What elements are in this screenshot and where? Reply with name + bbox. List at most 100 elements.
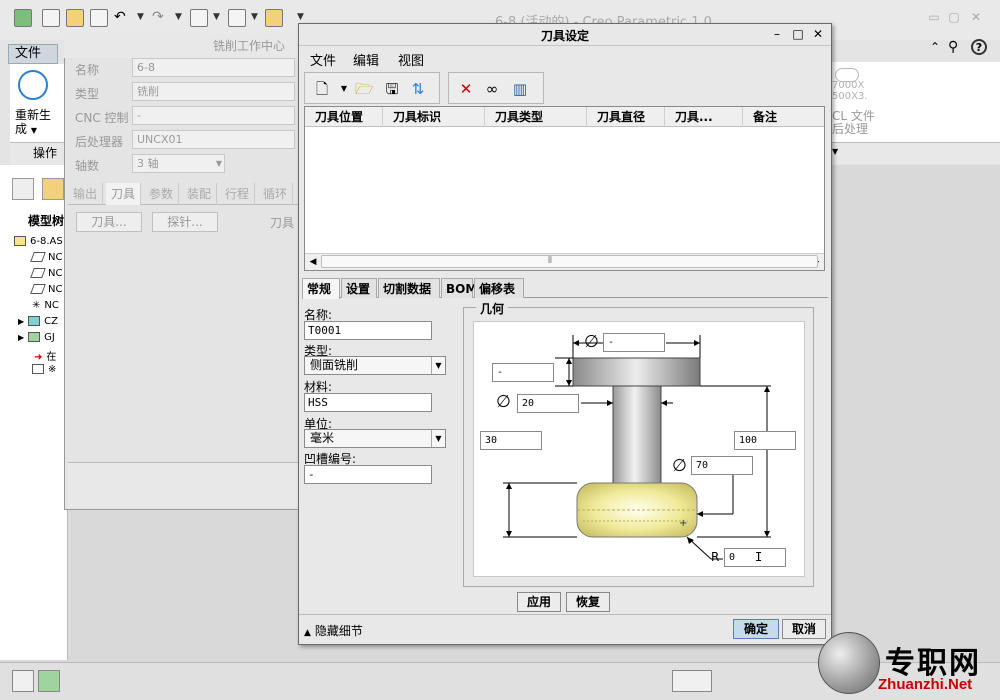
preview-glasses-icon[interactable]: ∞	[483, 80, 501, 98]
col-tool-diameter[interactable]: 刀具直径	[587, 107, 665, 127]
folder-icon[interactable]	[265, 9, 283, 27]
regenerate-dropdown-icon[interactable]: ▼	[213, 12, 220, 22]
total-length-input[interactable]: 100	[734, 431, 796, 450]
restore-button[interactable]: 恢复	[566, 592, 610, 612]
new-file-icon[interactable]	[42, 9, 60, 27]
col-tool-id[interactable]: 刀具标识	[383, 107, 485, 127]
mwc-tab-travel[interactable]: 行程	[220, 183, 256, 205]
mwc-axes-select[interactable]: 3 轴 ▼	[132, 154, 225, 173]
mwc-tab-assembly[interactable]: 装配	[182, 183, 218, 205]
search-icon[interactable]: ⚲	[948, 39, 958, 55]
customize-dropdown-icon[interactable]: ▼	[297, 12, 304, 22]
operations-label[interactable]: 操作	[33, 144, 57, 161]
mwc-tools-button[interactable]: 刀具...	[76, 212, 142, 232]
shank-diameter-input[interactable]: 20	[517, 394, 579, 413]
expand-icon[interactable]: ▶	[18, 333, 24, 342]
groove-input[interactable]: -	[304, 465, 432, 484]
regenerate-button[interactable]: 重新生 成 ▼	[15, 108, 51, 138]
save-icon[interactable]	[90, 9, 108, 27]
tool-table[interactable]	[304, 106, 825, 271]
mwc-tab-cycles[interactable]: 循环	[258, 183, 294, 205]
chevron-down-icon[interactable]: ▼	[832, 147, 838, 156]
menu-edit[interactable]: 编辑	[353, 50, 379, 69]
top-height-input[interactable]: -	[492, 363, 554, 382]
mwc-probe-button[interactable]: 探针...	[152, 212, 218, 232]
apply-button[interactable]: 应用	[517, 592, 561, 612]
regenerate-icon[interactable]	[190, 9, 208, 27]
new-tool-dropdown-icon[interactable]: ▼	[335, 80, 353, 98]
scrollbar-thumb[interactable]	[321, 255, 818, 268]
save-icon[interactable]: 🖫	[383, 80, 401, 98]
cl-postprocess-button[interactable]: CL 文件 后处理	[832, 110, 875, 136]
regenerate-icon[interactable]	[18, 70, 48, 100]
tree-item[interactable]: 6-8.AS	[14, 236, 63, 252]
col-remarks[interactable]: 备注	[743, 107, 824, 127]
open-folder-icon[interactable]: 🗁	[355, 80, 374, 98]
mwc-type-field[interactable]: 铣削	[132, 82, 295, 101]
redo-icon[interactable]: ↷	[152, 9, 170, 27]
ok-button[interactable]: 确定	[733, 619, 779, 639]
tab-offset-table[interactable]: 偏移表	[474, 278, 524, 298]
collapse-ribbon-icon[interactable]: ⌃	[930, 40, 940, 54]
mwc-tab-tools[interactable]: 刀具	[106, 183, 142, 205]
menu-file[interactable]: 文件	[310, 50, 336, 69]
close-icon[interactable]: ✕	[968, 10, 984, 24]
tree-item[interactable]: ➜ 在	[34, 348, 56, 364]
show-tree-icon[interactable]	[12, 670, 34, 692]
delete-icon[interactable]: ✕	[457, 80, 475, 98]
undo-dropdown-icon[interactable]: ▼	[137, 12, 144, 22]
corner-radius-input[interactable]: 0I	[724, 548, 786, 567]
mwc-tab-parameters[interactable]: 参数	[144, 183, 180, 205]
minimize-icon[interactable]: –	[770, 27, 784, 41]
tab-settings[interactable]: 设置	[341, 278, 377, 298]
tab-general[interactable]: 常规	[302, 278, 340, 299]
mwc-post-field[interactable]: UNCX01	[132, 130, 295, 149]
open-file-icon[interactable]	[66, 9, 84, 27]
shank-length-input[interactable]: 30	[480, 431, 542, 450]
maximize-icon[interactable]: □	[791, 27, 805, 41]
top-diameter-input[interactable]: -	[603, 333, 665, 352]
cancel-button[interactable]: 取消	[782, 619, 826, 639]
tab-bom[interactable]: BOM	[441, 278, 477, 298]
model-tree-tab-icon[interactable]	[12, 178, 34, 200]
mwc-cnc-field[interactable]: -	[132, 106, 295, 125]
expand-icon[interactable]: ▶	[18, 317, 24, 326]
mwc-name-field[interactable]: 6-8	[132, 58, 295, 77]
minimize-icon[interactable]: ▭	[926, 10, 942, 24]
mwc-axes-label: 轴数	[75, 159, 100, 173]
tree-item[interactable]: NC	[30, 284, 62, 300]
file-menu-button[interactable]: 文件	[8, 44, 58, 64]
menu-view[interactable]: 视图	[398, 50, 424, 69]
unit-select[interactable]: 毫米 ▼	[304, 429, 446, 448]
col-tool-type[interactable]: 刀具类型	[485, 107, 587, 127]
windows-dropdown-icon[interactable]: ▼	[251, 12, 258, 22]
tree-item[interactable]: ※	[32, 364, 56, 380]
sort-icon[interactable]: ⇅	[409, 80, 427, 98]
tree-item[interactable]: ▶ CZ	[18, 316, 58, 332]
redo-dropdown-icon[interactable]: ▼	[175, 12, 182, 22]
windows-icon[interactable]	[228, 9, 246, 27]
tool-name-input[interactable]: T0001	[304, 321, 432, 340]
col-tool-more[interactable]: 刀具...	[665, 107, 743, 127]
web-browser-icon[interactable]	[38, 670, 60, 692]
maximize-icon[interactable]: ▢	[946, 10, 962, 24]
close-icon[interactable]: ✕	[811, 27, 825, 41]
cutter-diameter-input[interactable]: 70	[691, 456, 753, 475]
col-tool-position[interactable]: 刀具位置	[305, 107, 383, 127]
scroll-left-icon[interactable]: ◀	[305, 254, 321, 271]
tree-item[interactable]: ✳ NC	[32, 300, 59, 316]
help-icon[interactable]: ?	[971, 39, 987, 55]
mwc-tab-output[interactable]: 输出	[68, 183, 104, 205]
tab-cut-data[interactable]: 切割数据	[378, 278, 440, 298]
folder-browser-tab-icon[interactable]	[42, 178, 64, 200]
hide-details-toggle[interactable]: ▲ 隐藏细节	[304, 622, 363, 639]
material-input[interactable]: HSS	[304, 393, 432, 412]
tree-item[interactable]: NC	[30, 252, 62, 268]
columns-icon[interactable]: ▥	[511, 80, 529, 98]
tool-type-select[interactable]: 侧面铣削 ▼	[304, 356, 446, 375]
filter-icon[interactable]	[672, 670, 712, 692]
tree-item[interactable]: ▶ GJ	[18, 332, 55, 348]
new-tool-icon[interactable]: 🗋	[313, 80, 331, 98]
tree-item[interactable]: NC	[30, 268, 62, 284]
undo-icon[interactable]: ↶	[114, 9, 132, 27]
